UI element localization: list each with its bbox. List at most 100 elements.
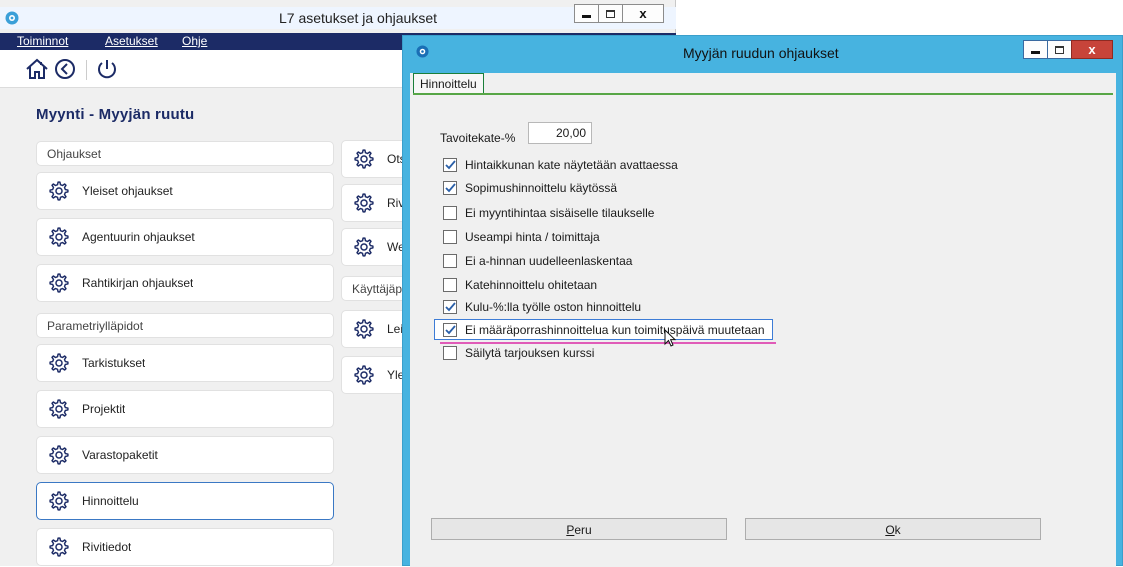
menu-toiminnot[interactable]: Toiminnot [17,34,68,48]
maximize-icon [606,9,615,18]
close-button[interactable]: x [622,4,664,23]
dialog-close-button[interactable]: x [1071,40,1113,59]
checkbox-label: Hintaikkunan kate näytetään avattaessa [465,158,678,172]
checkbox-row[interactable]: Katehinnoittelu ohitetaan [443,276,597,294]
checkbox-label: Säilytä tarjouksen kurssi [465,346,595,360]
minimize-icon [582,14,591,18]
power-icon[interactable] [96,58,118,80]
checkbox-label: Useampi hinta / toimittaja [465,230,600,244]
dialog-title: Myyjän ruudun ohjaukset [683,45,839,61]
gear-icon [354,319,374,339]
checkbox-label: Katehinnoittelu ohitetaan [465,278,598,292]
nav-card-hinnoittelu[interactable]: Hinnoittelu [36,482,334,520]
checkbox-label: Sopimushinnoittelu käytössä [465,181,618,195]
cancel-button-label: Peru [566,523,592,537]
checkbox-row[interactable]: Ei myyntihintaa sisäiselle tilaukselle [443,204,654,222]
maximize-button[interactable] [598,4,623,23]
gear-icon [49,273,69,293]
checkbox[interactable] [443,254,457,268]
nav-card-rahtikirjan-ohjaukset[interactable]: Rahtikirjan ohjaukset [36,264,334,302]
gear-icon [49,399,69,419]
gear-icon [354,193,374,213]
checkbox[interactable] [443,230,457,244]
group-header-parametriyllapidot: Parametriylläpidot [36,313,334,338]
close-icon: x [639,6,647,21]
cancel-button[interactable]: Peru [431,518,727,540]
checkbox[interactable] [443,300,457,314]
nav-card-label: Yleiset ohjaukset [82,184,173,198]
tab-underline [413,93,1113,95]
maximize-icon [1055,45,1064,54]
minimize-icon [1031,50,1040,54]
nav-card-rivitiedot[interactable]: Rivitiedot [36,528,334,566]
ok-button[interactable]: Ok [745,518,1041,540]
nav-card-label: Hinnoittelu [82,494,139,508]
dialog-minimize-button[interactable] [1023,40,1048,59]
checkbox-row[interactable]: Sopimushinnoittelu käytössä [443,179,617,197]
checkbox[interactable] [443,181,457,195]
gear-icon [49,227,69,247]
nav-card-tarkistukset[interactable]: Tarkistukset [36,344,334,382]
checkbox-row[interactable]: Ei määräporrashinnoittelua kun toimitusp… [443,321,765,339]
checkmark-icon [444,302,456,312]
checkbox[interactable] [443,323,457,337]
tavoitekate-label: Tavoitekate-% [440,131,516,145]
gear-icon [49,353,69,373]
gear-icon [354,365,374,385]
nav-card-label: Projektit [82,402,126,416]
checkbox-label: Ei myyntihintaa sisäiselle tilaukselle [465,206,655,220]
checkbox-row[interactable]: Kulu-%:lla työlle oston hinnoittelu [443,298,641,316]
settings-window-controls: x [574,4,664,23]
checkmark-icon [444,183,456,193]
page-title: Myynti - Myyjän ruutu [36,106,195,123]
menu-asetukset[interactable]: Asetukset [105,34,158,48]
nav-card-varastopaketit[interactable]: Varastopaketit [36,436,334,474]
checkbox[interactable] [443,206,457,220]
dialog-titlebar: Myyjän ruudun ohjaukset [403,36,1122,68]
nav-card-label: Rahtikirjan ohjaukset [82,276,194,290]
mouse-cursor-icon [664,329,677,347]
nav-card-projektit[interactable]: Projektit [36,390,334,428]
nav-card-label: Tarkistukset [82,356,146,370]
dialog-window-controls: x [1023,40,1113,59]
checkbox-row[interactable]: Ei a-hinnan uudelleenlaskentaa [443,252,632,270]
toolbar-separator [86,60,87,80]
checkbox-label: Kulu-%:lla työlle oston hinnoittelu [465,300,642,314]
checkbox-row[interactable]: Useampi hinta / toimittaja [443,228,600,246]
nav-card-yleiset-ohjaukset[interactable]: Yleiset ohjaukset [36,172,334,210]
tavoitekate-input[interactable]: 20,00 [528,122,592,144]
tab-hinnoittelu[interactable]: Hinnoittelu [413,73,484,94]
group-header-ohjaukset: Ohjaukset [36,141,334,166]
nav-card-agentuurin-ohjaukset[interactable]: Agentuurin ohjaukset [36,218,334,256]
gear-icon [354,237,374,257]
checkbox-row[interactable]: Säilytä tarjouksen kurssi [443,344,594,362]
checkbox-label: Ei määräporrashinnoittelua kun toimitusp… [465,323,765,337]
nav-card-label: Agentuurin ohjaukset [82,230,195,244]
group-header-label: Parametriylläpidot [47,318,144,333]
gear-icon [49,181,69,201]
gear-icon [49,537,69,557]
checkbox[interactable] [443,346,457,360]
checkmark-icon [444,325,456,335]
nav-card-label: Rivitiedot [82,540,132,554]
back-icon[interactable] [54,58,76,80]
close-icon: x [1088,42,1096,57]
minimize-button[interactable] [574,4,599,23]
ok-button-label: Ok [885,523,901,537]
checkbox[interactable] [443,158,457,172]
checkbox-label: Ei a-hinnan uudelleenlaskentaa [465,254,633,268]
checkbox[interactable] [443,278,457,292]
checkbox-row[interactable]: Hintaikkunan kate näytetään avattaessa [443,156,678,174]
gear-icon [49,445,69,465]
gear-icon [49,491,69,511]
group-header-label: Käyttäjäpa [352,281,409,296]
dialog-maximize-button[interactable] [1047,40,1072,59]
gear-icon [354,149,374,169]
nav-card-label: Varastopaketit [82,448,158,462]
checkmark-icon [444,160,456,170]
group-header-label: Ohjaukset [47,146,102,161]
app-logo-icon [416,45,429,58]
menu-ohje[interactable]: Ohje [182,34,207,48]
home-icon[interactable] [25,58,49,80]
highlight-underline [440,342,776,344]
